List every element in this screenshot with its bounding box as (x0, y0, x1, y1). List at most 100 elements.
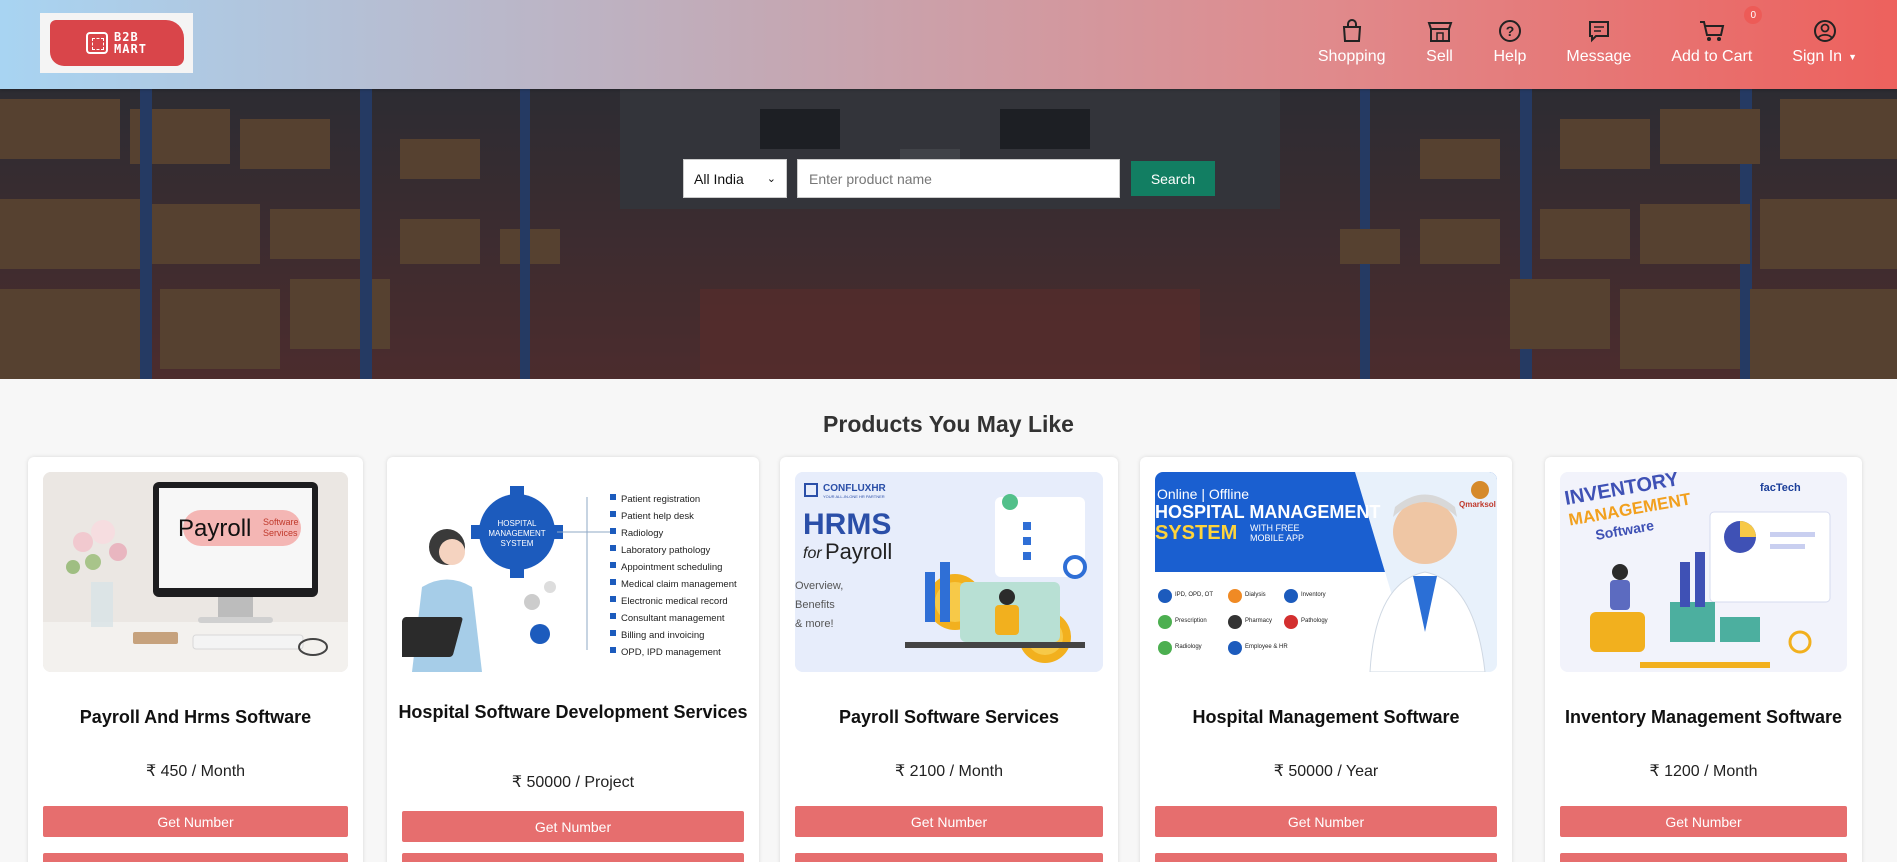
image-text-hub3: SYSTEM (500, 539, 534, 548)
feature-item: Radiology (621, 528, 664, 539)
nav-help[interactable]: ? Help (1494, 18, 1526, 66)
image-text-for: for (803, 545, 822, 562)
nav-sign-in[interactable]: Sign In ▼ (1792, 18, 1857, 66)
get-number-button[interactable]: Get Number (795, 806, 1103, 837)
product-image[interactable]: Payroll Software Services (43, 472, 348, 672)
nav-message[interactable]: Message (1566, 18, 1631, 66)
get-number-button[interactable]: Get Number (1155, 806, 1497, 837)
product-image[interactable]: Online | Offline HOSPITAL MANAGEMENT SYS… (1155, 472, 1497, 672)
nav-cart[interactable]: 0 Add to Cart (1671, 6, 1763, 66)
get-number-button[interactable]: Get Number (402, 811, 744, 842)
image-bullets: Overview, Benefits & more! (795, 577, 843, 634)
product-image[interactable]: HOSPITAL MANAGEMENT SYSTEM Patient regis… (402, 472, 744, 672)
product-price: ₹ 50000 / Project (511, 774, 635, 791)
chevron-down-icon: ▼ (1848, 51, 1857, 62)
secondary-button[interactable] (43, 853, 348, 862)
chevron-down-icon: ⌄ (766, 173, 776, 185)
image-text-hub1: HOSPITAL (497, 519, 537, 528)
search-placeholder: Enter product name (809, 170, 932, 187)
cart-count-badge: 0 (1744, 6, 1763, 24)
bullet-item: Benefits (795, 599, 835, 611)
hero-overlay (0, 89, 1897, 379)
get-number-button[interactable]: Get Number (1560, 806, 1847, 837)
image-text-payroll: Payroll (825, 539, 893, 564)
product-title[interactable]: Payroll And Hrms Software (38, 706, 353, 728)
product-card: Online | Offline HOSPITAL MANAGEMENT SYS… (1140, 457, 1512, 862)
product-card: CONFLUXHR YOUR ALL-IN-ONE HR PARTNER HRM… (780, 457, 1118, 862)
feature-list: Patient registration Patient help desk R… (621, 491, 737, 661)
feature-item: IPD, OPD, OT (1175, 592, 1214, 598)
location-value: All India (694, 170, 744, 187)
feature-item: Patient registration (621, 494, 701, 505)
product-price: ₹ 450 / Month (145, 763, 246, 780)
main-nav: Shopping Sell ? Help Message 0 Add to Ca… (1318, 6, 1857, 66)
section-title: Products You May Like (823, 411, 1074, 437)
feature-item: Appointment scheduling (621, 562, 723, 573)
bullet-item: Overview, (795, 580, 844, 592)
feature-item: Employee & HR (1245, 644, 1288, 650)
image-text-online-offline: Online | Offline (1157, 486, 1250, 502)
secondary-button[interactable] (1155, 853, 1497, 862)
image-text-brand: facTech (1760, 482, 1801, 494)
feature-item: Pharmacy (1245, 618, 1273, 624)
bullet-item: & more! (795, 618, 834, 630)
nav-message-label: Message (1566, 48, 1632, 65)
cart-icon (1698, 18, 1726, 44)
nav-shopping-label: Shopping (1317, 48, 1386, 65)
search-input[interactable]: Enter product name (797, 159, 1120, 198)
product-title[interactable]: Inventory Management Software (1555, 706, 1852, 728)
location-select[interactable]: All India ⌄ (683, 159, 787, 198)
image-text-brand-sub: YOUR ALL-IN-ONE HR PARTNER (823, 494, 885, 499)
product-price: ₹ 2100 / Month (894, 763, 1004, 780)
image-text-brand: CONFLUXHR (823, 483, 886, 494)
nav-shopping[interactable]: Shopping (1318, 18, 1386, 66)
nav-sign-in-label: Sign In ▼ (1792, 48, 1857, 66)
product-image[interactable]: INVENTORY MANAGEMENT Software facTech (1560, 472, 1847, 672)
image-text-hospital: HOSPITAL MANAGEMENT (1155, 502, 1381, 522)
secondary-button[interactable] (1560, 853, 1847, 862)
shopping-bag-icon (1338, 18, 1366, 44)
search-button[interactable]: Search (1131, 161, 1215, 196)
feature-item: OPD, IPD management (621, 647, 721, 658)
feature-item: Electronic medical record (621, 596, 728, 607)
logo-text-line2: MART (114, 42, 147, 56)
hero-banner: All India ⌄ Enter product name Search (0, 89, 1897, 379)
svg-text:?: ? (1506, 23, 1515, 39)
feature-item: Dialysis (1245, 592, 1266, 598)
image-text-payroll: Payroll (178, 515, 252, 542)
product-image[interactable]: CONFLUXHR YOUR ALL-IN-ONE HR PARTNER HRM… (795, 472, 1103, 672)
product-card: Payroll Software Services Payroll And Hr… (28, 457, 363, 862)
user-icon (1811, 18, 1839, 44)
feature-item: Laboratory pathology (621, 545, 711, 556)
product-card: HOSPITAL MANAGEMENT SYSTEM Patient regis… (387, 457, 759, 862)
feature-item: Medical claim management (621, 579, 737, 590)
feature-item: Radiology (1175, 644, 1202, 650)
product-card: INVENTORY MANAGEMENT Software facTech In… (1545, 457, 1862, 862)
get-number-button[interactable]: Get Number (43, 806, 348, 837)
message-icon (1585, 18, 1613, 44)
image-text-hub2: MANAGEMENT (488, 529, 546, 538)
product-title[interactable]: Hospital Software Development Services (397, 701, 749, 723)
feature-item: Patient help desk (621, 511, 694, 522)
feature-item: Inventory (1301, 592, 1326, 598)
secondary-button[interactable] (795, 853, 1103, 862)
image-text-app: MOBILE APP (1250, 533, 1305, 543)
image-text-system: SYSTEM (1155, 522, 1238, 544)
feature-item: Consultant management (621, 613, 725, 624)
product-title[interactable]: Hospital Management Software (1150, 706, 1502, 728)
nav-cart-label: Add to Cart (1671, 48, 1753, 65)
nav-sell[interactable]: Sell (1426, 18, 1454, 66)
product-price: ₹ 1200 / Month (1649, 763, 1758, 780)
store-icon (1426, 18, 1454, 44)
logo-mark-icon (86, 32, 109, 54)
image-text-services: Services (263, 528, 298, 538)
sign-in-text: Sign In (1792, 48, 1843, 65)
product-title[interactable]: Payroll Software Services (790, 706, 1108, 728)
top-header: B2B MART Shopping Sell ? Help Message 0 … (0, 0, 1897, 89)
image-text-with: WITH FREE (1250, 523, 1300, 533)
help-icon: ? (1496, 18, 1524, 44)
secondary-button[interactable] (402, 853, 744, 862)
feature-item: Prescription (1175, 618, 1207, 624)
logo-badge: B2B MART (49, 20, 184, 66)
site-logo[interactable]: B2B MART (40, 13, 193, 73)
